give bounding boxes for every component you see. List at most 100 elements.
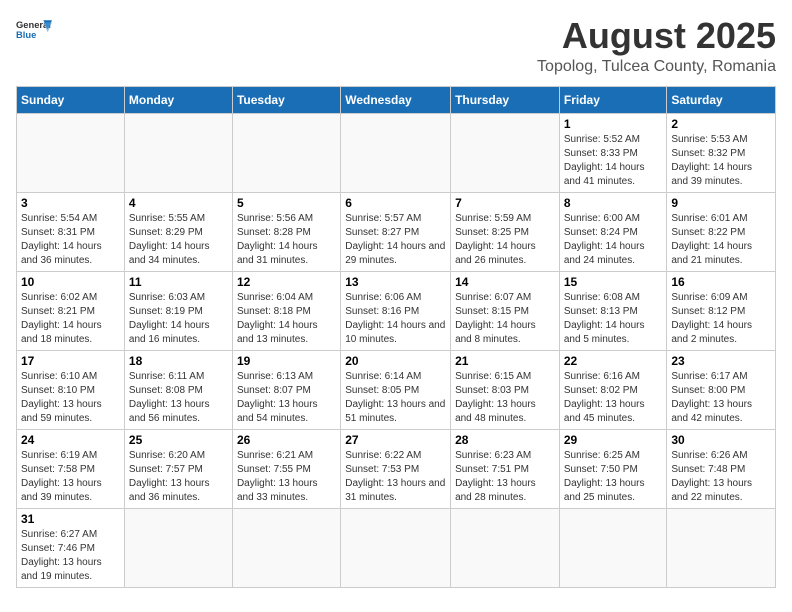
day-number: 10 xyxy=(21,275,120,289)
day-number: 9 xyxy=(671,196,771,210)
calendar-cell: 12Sunrise: 6:04 AM Sunset: 8:18 PM Dayli… xyxy=(232,271,340,350)
calendar-cell xyxy=(232,113,340,192)
calendar-cell xyxy=(667,508,776,587)
sub-title: Topolog, Tulcea County, Romania xyxy=(537,58,776,76)
calendar-week-row: 1Sunrise: 5:52 AM Sunset: 8:33 PM Daylig… xyxy=(17,113,776,192)
day-number: 28 xyxy=(455,433,555,447)
day-info: Sunrise: 5:56 AM Sunset: 8:28 PM Dayligh… xyxy=(237,212,336,268)
calendar-cell: 29 Sunrise: 6:25 AM Sunset: 7:50 PM Dayli… xyxy=(559,429,667,508)
calendar-dow-thursday: Thursday xyxy=(451,86,560,113)
day-number: 6 xyxy=(345,196,446,210)
calendar-cell: 30Sunrise: 6:26 AM Sunset: 7:48 PM Dayli… xyxy=(667,429,776,508)
day-info: Sunrise: 6:22 AM Sunset: 7:53 PM Dayligh… xyxy=(345,449,446,505)
day-info: Sunrise: 6:14 AM Sunset: 8:05 PM Dayligh… xyxy=(345,370,446,426)
day-number: 25 xyxy=(129,433,228,447)
day-number: 30 xyxy=(671,433,771,447)
day-info: Sunrise: 6:00 AM Sunset: 8:24 PM Dayligh… xyxy=(564,212,663,268)
calendar-cell: 22 Sunrise: 6:16 AM Sunset: 8:02 PM Dayli… xyxy=(559,350,667,429)
day-info: Sunrise: 6:25 AM Sunset: 7:50 PM Dayligh… xyxy=(564,449,663,505)
day-number: 3 xyxy=(21,196,120,210)
calendar-cell: 17 Sunrise: 6:10 AM Sunset: 8:10 PM Dayli… xyxy=(17,350,125,429)
calendar-cell xyxy=(124,113,232,192)
day-number: 8 xyxy=(564,196,663,210)
calendar-dow-wednesday: Wednesday xyxy=(341,86,451,113)
day-info: Sunrise: 6:17 AM Sunset: 8:00 PM Dayligh… xyxy=(671,370,771,426)
calendar-cell: 15Sunrise: 6:08 AM Sunset: 8:13 PM Dayli… xyxy=(559,271,667,350)
calendar-week-row: 10Sunrise: 6:02 AM Sunset: 8:21 PM Dayli… xyxy=(17,271,776,350)
calendar-dow-tuesday: Tuesday xyxy=(232,86,340,113)
day-info: Sunrise: 5:55 AM Sunset: 8:29 PM Dayligh… xyxy=(129,212,228,268)
calendar-cell xyxy=(124,508,232,587)
day-info: Sunrise: 6:11 AM Sunset: 8:08 PM Dayligh… xyxy=(129,370,228,426)
day-number: 2 xyxy=(671,117,771,131)
calendar-dow-saturday: Saturday xyxy=(667,86,776,113)
calendar-cell: 26Sunrise: 6:21 AM Sunset: 7:55 PM Dayli… xyxy=(232,429,340,508)
calendar-cell: 16 Sunrise: 6:09 AM Sunset: 8:12 PM Dayli… xyxy=(667,271,776,350)
calendar-cell xyxy=(451,113,560,192)
day-info: Sunrise: 6:16 AM Sunset: 8:02 PM Dayligh… xyxy=(564,370,663,426)
day-number: 24 xyxy=(21,433,120,447)
calendar-cell xyxy=(559,508,667,587)
day-number: 23 xyxy=(671,354,771,368)
calendar-cell: 20Sunrise: 6:14 AM Sunset: 8:05 PM Dayli… xyxy=(341,350,451,429)
day-info: Sunrise: 6:10 AM Sunset: 8:10 PM Dayligh… xyxy=(21,370,120,426)
day-number: 27 xyxy=(345,433,446,447)
day-info: Sunrise: 6:01 AM Sunset: 8:22 PM Dayligh… xyxy=(671,212,771,268)
logo-icon: General Blue xyxy=(16,16,52,46)
calendar-dow-monday: Monday xyxy=(124,86,232,113)
calendar-week-row: 24 Sunrise: 6:19 AM Sunset: 7:58 PM Dayli… xyxy=(17,429,776,508)
calendar-cell: 31Sunrise: 6:27 AM Sunset: 7:46 PM Dayli… xyxy=(17,508,125,587)
day-number: 22 xyxy=(564,354,663,368)
day-info: Sunrise: 5:54 AM Sunset: 8:31 PM Dayligh… xyxy=(21,212,120,268)
calendar-cell: 10Sunrise: 6:02 AM Sunset: 8:21 PM Dayli… xyxy=(17,271,125,350)
day-number: 16 xyxy=(671,275,771,289)
day-info: Sunrise: 6:13 AM Sunset: 8:07 PM Dayligh… xyxy=(237,370,336,426)
day-info: Sunrise: 6:20 AM Sunset: 7:57 PM Dayligh… xyxy=(129,449,228,505)
day-info: Sunrise: 6:09 AM Sunset: 8:12 PM Dayligh… xyxy=(671,291,771,347)
day-number: 29 xyxy=(564,433,663,447)
calendar-cell: 3 Sunrise: 5:54 AM Sunset: 8:31 PM Daylig… xyxy=(17,192,125,271)
calendar-cell: 13Sunrise: 6:06 AM Sunset: 8:16 PM Dayli… xyxy=(341,271,451,350)
day-number: 7 xyxy=(455,196,555,210)
day-number: 11 xyxy=(129,275,228,289)
calendar-cell xyxy=(232,508,340,587)
calendar-cell xyxy=(341,508,451,587)
day-number: 21 xyxy=(455,354,555,368)
day-info: Sunrise: 5:59 AM Sunset: 8:25 PM Dayligh… xyxy=(455,212,555,268)
day-info: Sunrise: 5:52 AM Sunset: 8:33 PM Dayligh… xyxy=(564,133,663,189)
calendar-week-row: 31Sunrise: 6:27 AM Sunset: 7:46 PM Dayli… xyxy=(17,508,776,587)
day-number: 4 xyxy=(129,196,228,210)
calendar-cell: 8 Sunrise: 6:00 AM Sunset: 8:24 PM Daylig… xyxy=(559,192,667,271)
calendar-cell xyxy=(341,113,451,192)
calendar-week-row: 17 Sunrise: 6:10 AM Sunset: 8:10 PM Dayli… xyxy=(17,350,776,429)
day-info: Sunrise: 5:53 AM Sunset: 8:32 PM Dayligh… xyxy=(671,133,771,189)
calendar-cell: 4 Sunrise: 5:55 AM Sunset: 8:29 PM Daylig… xyxy=(124,192,232,271)
day-number: 14 xyxy=(455,275,555,289)
calendar-cell: 23 Sunrise: 6:17 AM Sunset: 8:00 PM Dayli… xyxy=(667,350,776,429)
calendar-cell: 5Sunrise: 5:56 AM Sunset: 8:28 PM Daylig… xyxy=(232,192,340,271)
calendar-cell: 2 Sunrise: 5:53 AM Sunset: 8:32 PM Daylig… xyxy=(667,113,776,192)
calendar-cell: 24 Sunrise: 6:19 AM Sunset: 7:58 PM Dayli… xyxy=(17,429,125,508)
day-number: 31 xyxy=(21,512,120,526)
calendar-cell: 19 Sunrise: 6:13 AM Sunset: 8:07 PM Dayli… xyxy=(232,350,340,429)
calendar-cell: 27 Sunrise: 6:22 AM Sunset: 7:53 PM Dayli… xyxy=(341,429,451,508)
day-number: 19 xyxy=(237,354,336,368)
calendar-cell: 14Sunrise: 6:07 AM Sunset: 8:15 PM Dayli… xyxy=(451,271,560,350)
day-number: 26 xyxy=(237,433,336,447)
day-info: Sunrise: 6:19 AM Sunset: 7:58 PM Dayligh… xyxy=(21,449,120,505)
calendar-dow-friday: Friday xyxy=(559,86,667,113)
calendar-cell: 21Sunrise: 6:15 AM Sunset: 8:03 PM Dayli… xyxy=(451,350,560,429)
calendar-cell: 11 Sunrise: 6:03 AM Sunset: 8:19 PM Dayli… xyxy=(124,271,232,350)
day-info: Sunrise: 6:03 AM Sunset: 8:19 PM Dayligh… xyxy=(129,291,228,347)
calendar-cell: 25 Sunrise: 6:20 AM Sunset: 7:57 PM Dayli… xyxy=(124,429,232,508)
logo: General Blue xyxy=(16,16,52,46)
day-info: Sunrise: 6:04 AM Sunset: 8:18 PM Dayligh… xyxy=(237,291,336,347)
calendar-week-row: 3 Sunrise: 5:54 AM Sunset: 8:31 PM Daylig… xyxy=(17,192,776,271)
title-block: August 2025 Topolog, Tulcea County, Roma… xyxy=(537,16,776,76)
day-number: 18 xyxy=(129,354,228,368)
day-number: 17 xyxy=(21,354,120,368)
day-info: Sunrise: 5:57 AM Sunset: 8:27 PM Dayligh… xyxy=(345,212,446,268)
calendar-table: SundayMondayTuesdayWednesdayThursdayFrid… xyxy=(16,86,776,588)
calendar-cell xyxy=(451,508,560,587)
calendar-cell: 7 Sunrise: 5:59 AM Sunset: 8:25 PM Daylig… xyxy=(451,192,560,271)
